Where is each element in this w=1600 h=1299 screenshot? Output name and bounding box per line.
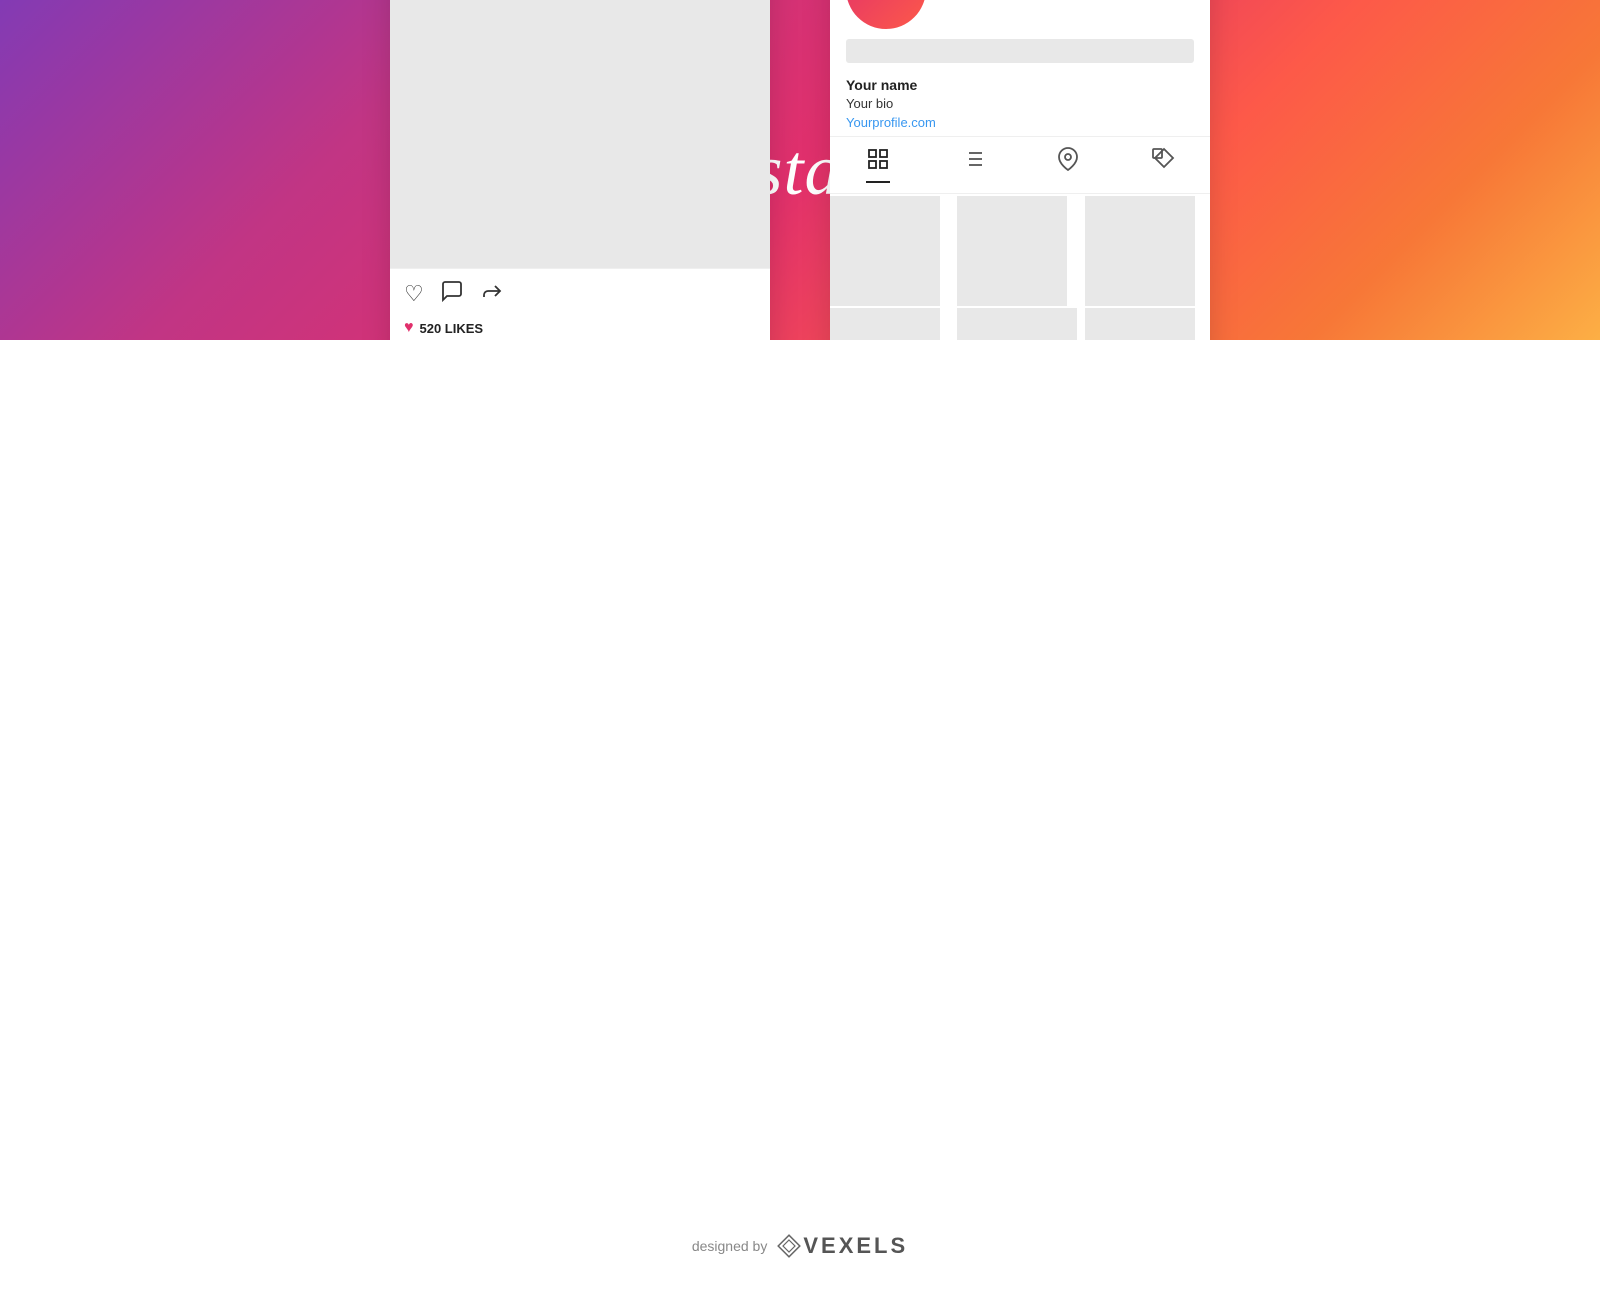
designed-by-text: designed by bbox=[692, 1238, 768, 1254]
tab-list-icon[interactable] bbox=[961, 147, 985, 183]
comment-icon[interactable] bbox=[440, 279, 464, 309]
tab-grid-icon[interactable] bbox=[866, 147, 890, 183]
bottom-area: designed by VEXELS bbox=[0, 340, 1600, 1299]
heart-filled-icon: ♥ bbox=[404, 319, 414, 337]
share-icon[interactable] bbox=[480, 279, 504, 309]
profile-bio: Your bio bbox=[846, 96, 1194, 111]
post-actions-row: ♡ bbox=[390, 268, 770, 319]
profile-bio-section: Your name Your bio Yourprofile.com bbox=[830, 71, 1210, 136]
likes-row: ♥ 520 LIKES bbox=[404, 319, 756, 337]
tab-tag-icon[interactable] bbox=[1151, 147, 1175, 183]
profile-avatar bbox=[846, 0, 926, 29]
tab-location-icon[interactable] bbox=[1056, 147, 1080, 183]
like-icon[interactable]: ♡ bbox=[404, 281, 424, 307]
grid-cell-3 bbox=[1085, 196, 1195, 306]
post-image-area bbox=[390, 0, 770, 268]
profile-stats-row: 35500 posts 27500 followers 6540 followi… bbox=[830, 0, 1210, 39]
footer-area: designed by VEXELS bbox=[0, 1233, 1600, 1259]
grid-cell-1 bbox=[830, 196, 940, 306]
profile-tabs bbox=[830, 136, 1210, 194]
profile-name: Your name bbox=[846, 77, 1194, 93]
grid-cell-2 bbox=[957, 196, 1067, 306]
profile-link[interactable]: Yourprofile.com bbox=[846, 115, 1194, 130]
top-banner: Instagram Instagram Usernamne Your place… bbox=[0, 0, 1600, 340]
likes-count: 520 LIKES bbox=[420, 321, 484, 336]
edit-profile-bar bbox=[846, 39, 1194, 63]
vexels-diamond-icon bbox=[777, 1234, 801, 1258]
vexels-logo: VEXELS bbox=[777, 1233, 908, 1259]
vexels-brand-text: VEXELS bbox=[803, 1233, 908, 1259]
